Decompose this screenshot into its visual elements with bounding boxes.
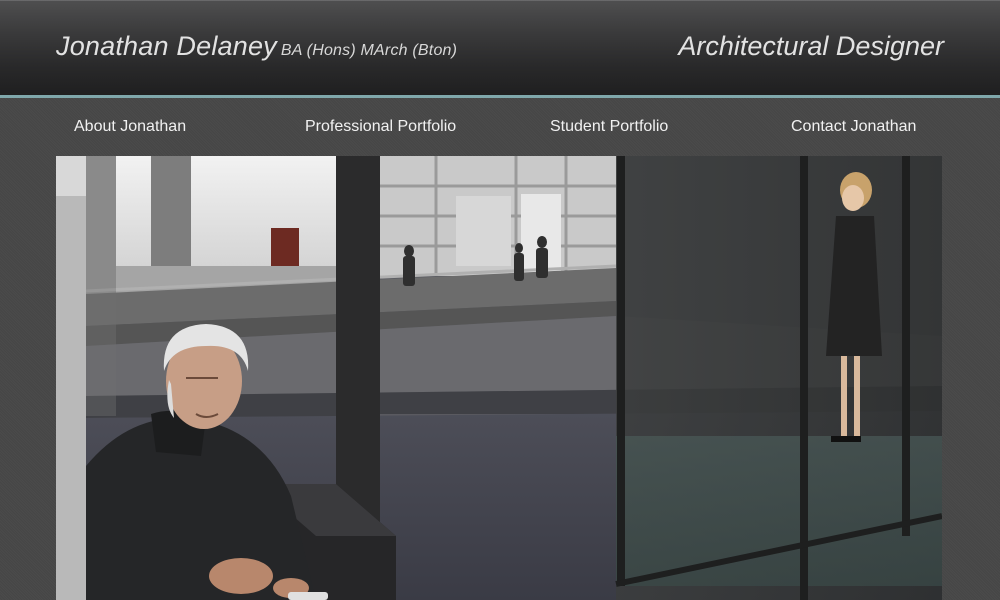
hero-image	[56, 156, 942, 600]
nav-student-portfolio[interactable]: Student Portfolio	[550, 118, 668, 136]
page: Jonathan Delaney BA (Hons) MArch (Bton) A…	[0, 0, 1000, 600]
nav-professional-portfolio[interactable]: Professional Portfolio	[305, 118, 456, 136]
architectural-rendering	[56, 156, 942, 600]
site-header: Jonathan Delaney BA (Hons) MArch (Bton) A…	[0, 0, 1000, 95]
designer-role: Architectural Designer	[678, 31, 944, 61]
designer-qualifications: BA (Hons) MArch (Bton)	[280, 42, 458, 59]
nav-contact[interactable]: Contact Jonathan	[791, 118, 916, 136]
nav-about[interactable]: About Jonathan	[74, 118, 186, 136]
site-title[interactable]: Jonathan Delaney BA (Hons) MArch (Bton)	[56, 31, 457, 62]
main-nav: About Jonathan Professional Portfolio St…	[0, 98, 1000, 156]
designer-name: Jonathan Delaney	[56, 31, 277, 61]
